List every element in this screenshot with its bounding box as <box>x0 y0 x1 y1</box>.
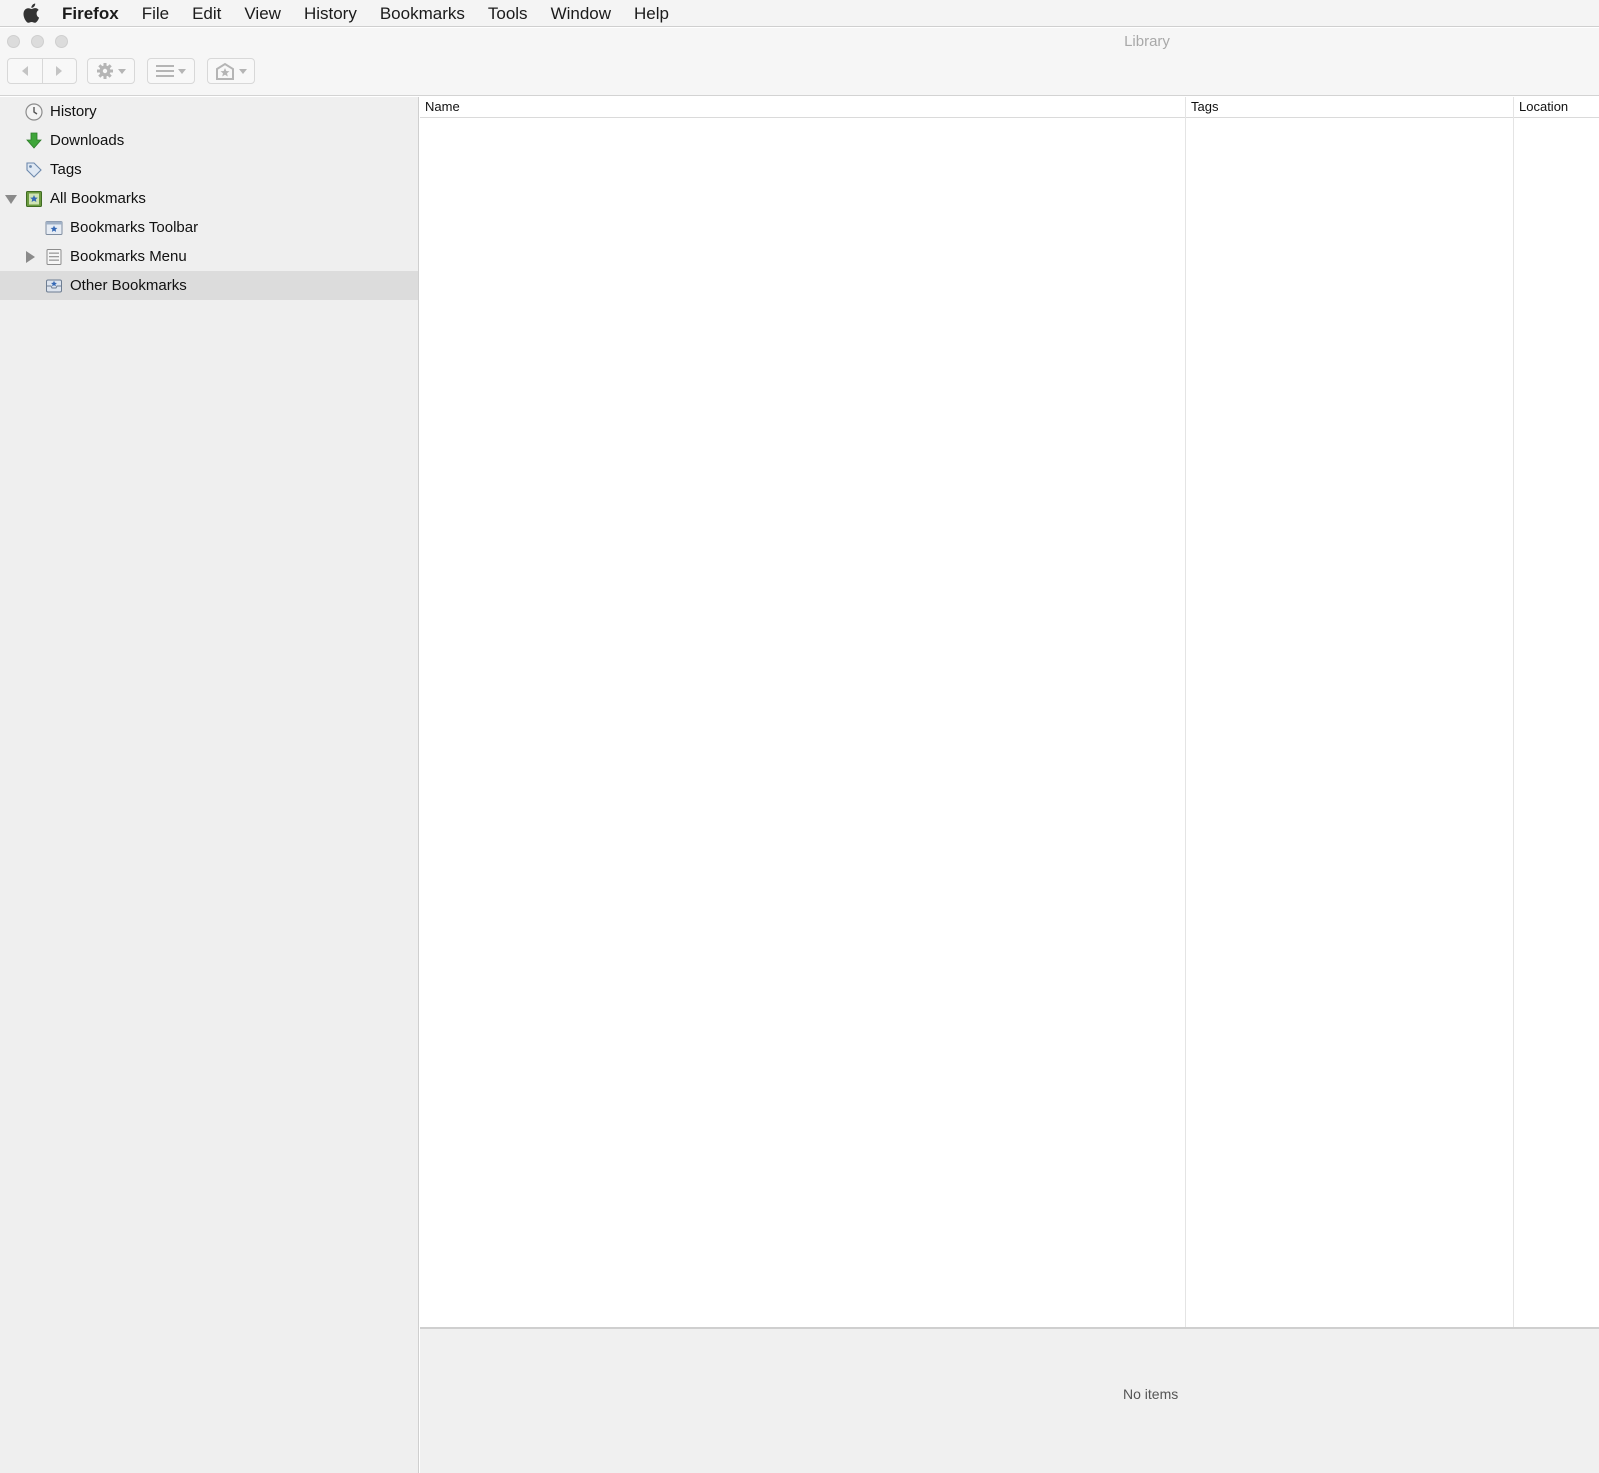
unsorted-bookmarks-icon <box>45 277 63 295</box>
sidebar-item-downloads[interactable]: Downloads <box>0 126 418 155</box>
column-header-location[interactable]: Location <box>1519 99 1568 114</box>
menu-bookmarks[interactable]: Bookmarks <box>380 0 465 27</box>
list-icon <box>156 65 174 77</box>
chevron-down-icon <box>178 68 186 74</box>
import-backup-button[interactable] <box>207 58 255 84</box>
menu-help[interactable]: Help <box>634 0 669 27</box>
back-button[interactable] <box>8 59 42 83</box>
clock-icon <box>25 102 43 121</box>
forward-button[interactable] <box>41 59 76 83</box>
sidebar-item-label: Downloads <box>50 132 125 149</box>
window-title: Library <box>1124 33 1170 50</box>
sidebar-item-label: Tags <box>50 161 82 178</box>
chevron-down-icon <box>239 68 247 74</box>
bookmarks-content-pane: Name Tags Location No items <box>420 97 1599 1473</box>
menu-view[interactable]: View <box>244 0 281 27</box>
details-pane: No items <box>420 1327 1599 1473</box>
column-divider[interactable] <box>1513 97 1514 1327</box>
download-arrow-icon <box>25 132 43 150</box>
menu-history[interactable]: History <box>304 0 357 27</box>
library-toolbar <box>7 58 255 84</box>
sidebar-item-label: Other Bookmarks <box>70 277 187 294</box>
menu-tools[interactable]: Tools <box>488 0 528 27</box>
bookmarks-library-icon <box>25 190 43 208</box>
forward-arrow-icon <box>56 66 63 76</box>
star-import-icon <box>216 62 234 80</box>
chevron-down-icon <box>118 68 126 74</box>
menu-bar: Firefox File Edit View History Bookmarks… <box>0 0 1599 27</box>
status-text: No items <box>1123 1386 1179 1402</box>
column-header-name[interactable]: Name <box>425 99 460 114</box>
sidebar-item-label: Bookmarks Toolbar <box>70 219 199 236</box>
sidebar-item-label: Bookmarks Menu <box>70 248 187 265</box>
sidebar-item-label: All Bookmarks <box>50 190 146 207</box>
sidebar-item-all-bookmarks[interactable]: All Bookmarks <box>0 184 418 213</box>
menu-file[interactable]: File <box>142 0 169 27</box>
library-sidebar: History Downloads Tags All Bookmarks Boo… <box>0 97 419 1473</box>
sidebar-item-history[interactable]: History <box>0 97 418 126</box>
column-header-tags[interactable]: Tags <box>1191 99 1218 114</box>
gear-icon <box>97 63 113 79</box>
expand-toggle-icon[interactable] <box>26 251 35 263</box>
tag-icon <box>25 161 43 179</box>
menu-app-firefox[interactable]: Firefox <box>62 0 119 27</box>
sidebar-item-bookmarks-toolbar[interactable]: Bookmarks Toolbar <box>0 213 418 242</box>
bookmarks-toolbar-icon <box>45 219 63 237</box>
expand-toggle-icon[interactable] <box>5 195 17 204</box>
organize-button[interactable] <box>87 58 135 84</box>
sidebar-item-tags[interactable]: Tags <box>0 155 418 184</box>
sidebar-item-bookmarks-menu[interactable]: Bookmarks Menu <box>0 242 418 271</box>
menu-window[interactable]: Window <box>551 0 611 27</box>
sidebar-item-other-bookmarks[interactable]: Other Bookmarks <box>0 271 418 300</box>
column-divider[interactable] <box>1185 97 1186 1327</box>
views-button[interactable] <box>147 58 195 84</box>
bookmarks-menu-icon <box>45 248 63 266</box>
menu-edit[interactable]: Edit <box>192 0 221 27</box>
window-titlebar: Library <box>0 28 1599 96</box>
apple-menu-icon[interactable] <box>20 2 42 24</box>
navigation-buttons <box>7 58 77 84</box>
sidebar-item-label: History <box>50 103 97 120</box>
table-header: Name Tags Location <box>420 97 1599 118</box>
back-arrow-icon <box>21 66 28 76</box>
